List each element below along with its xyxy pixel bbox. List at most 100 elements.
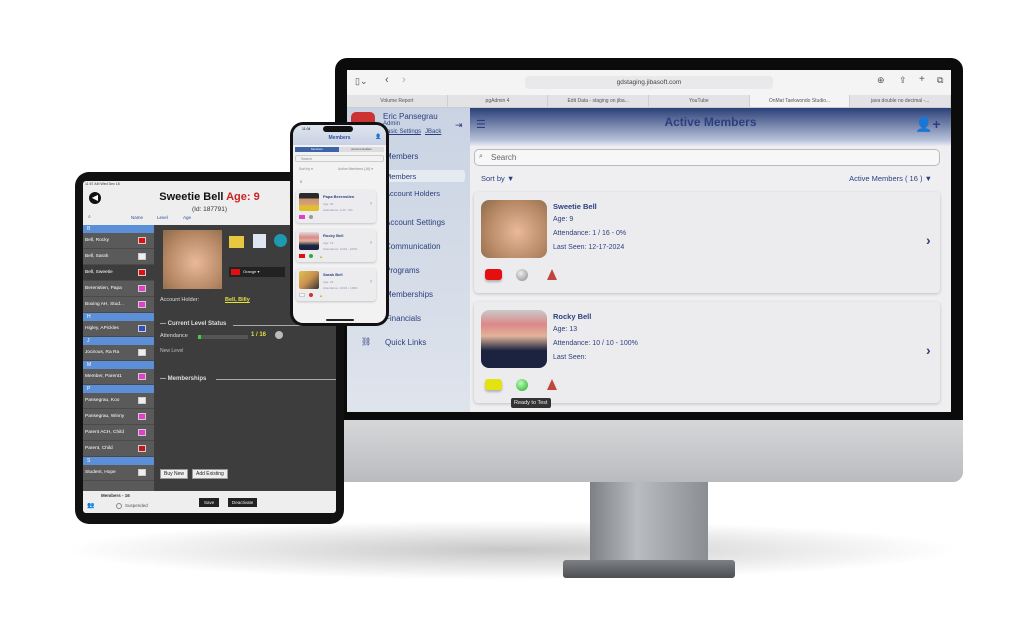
address-bar[interactable]: gdstaging.jibasoft.com (525, 76, 773, 89)
sidebar-item-communication[interactable]: Communication (385, 242, 441, 251)
member-attendance: Attendance: 10 / 10 - 100% (553, 340, 638, 347)
tabs-overview-icon[interactable]: ⧉ (937, 75, 943, 86)
search-icon: ⌕ (479, 153, 483, 160)
test-status-icon[interactable] (516, 379, 528, 391)
sort-level[interactable]: Level (157, 215, 168, 220)
phone-member-card[interactable]: Rocky Bell Age: 13 Attendance: 11/16 - 1… (296, 229, 376, 262)
phone-search-input[interactable]: Search (295, 155, 384, 162)
rank-dropdown[interactable]: Orange ▾ (229, 267, 285, 277)
member-list-item[interactable]: Parent ACH, Child (83, 425, 154, 441)
sort-age[interactable]: Age (183, 215, 191, 220)
member-list-item[interactable]: Student, Hope (83, 465, 154, 481)
phone-filter-dropdown[interactable]: Active Members (16) ▾ (338, 167, 373, 171)
save-button[interactable]: Save (199, 498, 220, 507)
info-icon[interactable] (275, 331, 283, 339)
suspended-checkbox[interactable] (116, 503, 122, 509)
tooltip: Ready to Test (511, 398, 551, 408)
sort-name[interactable]: Name (131, 215, 143, 220)
member-list-item[interactable]: Bell, Sarah (83, 249, 154, 265)
member-list-name: Boxing AH, Stud... (85, 302, 124, 307)
sidebar-item-members[interactable]: Members (385, 152, 418, 161)
sidebar-item-account-settings[interactable]: Account Settings (385, 218, 445, 227)
member-name: Sweetie Bell (553, 202, 597, 211)
phone-title: Members (328, 135, 351, 141)
sort-by-dropdown[interactable]: Sort by ▼ (481, 174, 514, 183)
member-list-item[interactable]: Bell, Sweetie (83, 265, 154, 281)
browser-tab[interactable]: YouTube (649, 95, 750, 107)
search-input[interactable]: Search (474, 149, 940, 166)
test-status-icon[interactable] (516, 269, 528, 281)
buy-new-button[interactable]: Buy New (160, 469, 189, 479)
member-last-seen: Last Seen: (553, 354, 587, 361)
member-name: Rocky Bell (323, 233, 344, 238)
member-list-item[interactable]: Boxing AH, Stud... (83, 297, 154, 313)
member-list-item[interactable]: Jocirous, Ra Ra (83, 345, 154, 361)
link-icon: ⛓ (361, 337, 372, 346)
sidebar-item-memberships[interactable]: Memberships (385, 290, 433, 299)
phone-member-card[interactable]: Papa Berenstien Age: 30 Attendance: 1/10… (296, 190, 376, 223)
alert-icon[interactable] (547, 269, 557, 280)
profile-icon[interactable] (274, 234, 287, 247)
member-list-item[interactable]: Pansegrau, Winny (83, 409, 154, 425)
download-icon[interactable]: ⊕ (877, 75, 885, 86)
chevron-right-icon[interactable]: › (370, 201, 372, 207)
belt-color-swatch (138, 397, 146, 404)
member-list-name: Pansegrau, Winny (85, 414, 125, 419)
member-filter-dropdown[interactable]: Active Members ( 16 ) ▼ (849, 174, 932, 183)
sidebar-item-financials[interactable]: Financials (385, 314, 421, 323)
sidebar-subitem-account-holders[interactable]: Account Holders (385, 189, 440, 198)
browser-tab[interactable]: java double no decimal -... (850, 95, 951, 107)
member-card[interactable]: Rocky Bell Age: 13 Attendance: 10 / 10 -… (474, 302, 940, 403)
member-list-name: Member, Parent1 (85, 374, 122, 379)
add-existing-button[interactable]: Add Existing (192, 469, 228, 479)
deactivate-button[interactable]: Deactivate (228, 498, 258, 507)
suspended-label: Suspended (125, 503, 148, 508)
member-list-item[interactable]: Bell, Rocky (83, 233, 154, 249)
member-card[interactable]: Sweetie Bell Age: 9 Attendance: 1 / 16 -… (474, 192, 940, 293)
chevron-right-icon[interactable]: › (370, 279, 372, 285)
sidebar-item-programs[interactable]: Programs (385, 266, 420, 275)
main-content: ☰ Active Members 👤+ Search ⌕ Sort by ▼ A… (470, 108, 951, 412)
contact-card-icon[interactable] (253, 234, 266, 248)
phone-tab-account-holders[interactable]: Account Holders (339, 147, 384, 152)
browser-tab-active[interactable]: OnMat Taekwondo Studio... (749, 95, 851, 107)
chevron-right-icon[interactable]: › (926, 232, 931, 248)
alert-icon: ▲ (319, 254, 323, 259)
account-icon[interactable]: 👤 (375, 134, 381, 140)
alert-icon[interactable] (547, 379, 557, 390)
belt-color-swatch (138, 237, 146, 244)
forward-icon[interactable]: › (402, 74, 406, 86)
chevron-right-icon[interactable]: › (926, 342, 931, 358)
logout-icon[interactable]: ⇥ (455, 120, 463, 131)
desktop-screen: ▯⌄ ‹ › gdstaging.jibasoft.com ⊕ ⇪ + ⧉ Vo… (347, 70, 951, 412)
browser-tab[interactable]: Volume Report (347, 95, 448, 107)
belt-color-swatch (299, 215, 305, 219)
test-status-icon (309, 293, 313, 297)
member-list-item[interactable]: Berenstien, Papa (83, 281, 154, 297)
search-icon[interactable]: ⌕ (88, 214, 91, 220)
sidebar-item-quick-links[interactable]: Quick Links (385, 338, 426, 347)
back-icon[interactable]: ‹ (385, 74, 389, 86)
browser-tab[interactable]: Edit Data - staging on jiba... (548, 95, 650, 107)
member-list-item[interactable]: Parent, Child (83, 441, 154, 457)
browser-tab[interactable]: pgAdmin 4 (448, 95, 549, 107)
sidebar-toggle-icon[interactable]: ▯⌄ (355, 76, 368, 87)
chevron-right-icon[interactable]: › (370, 240, 372, 246)
member-attendance: Attendance: 1 / 16 - 0% (553, 230, 627, 237)
new-tab-icon[interactable]: + (919, 74, 925, 85)
share-icon[interactable]: ⇪ (899, 75, 907, 86)
sort-by-label: Sort by (481, 174, 505, 183)
notes-icon[interactable] (229, 236, 244, 248)
member-list-item[interactable]: Member, Parent1 (83, 369, 154, 385)
member-list[interactable]: B Bell, Rocky Bell, Sarah Bell, Sweetie Bere… (83, 225, 154, 491)
account-holder-link[interactable]: Bell, Billy (225, 297, 250, 303)
member-list-item[interactable]: Pansegrau, Koo (83, 393, 154, 409)
jback-link[interactable]: JBack (425, 129, 441, 135)
phone-member-card[interactable]: Sarah Bell Age: 23 Attendance: 10/16 - 1… (296, 268, 376, 301)
phone-tab-members[interactable]: Members (295, 147, 339, 152)
phone-sort-dropdown[interactable]: Sort by ▾ (299, 167, 313, 171)
member-list-item[interactable]: Higley, APickles (83, 321, 154, 337)
member-list-name: Pansegrau, Koo (85, 398, 120, 403)
add-member-icon[interactable]: 👤+ (915, 116, 941, 133)
sidebar-subitem-members[interactable]: Members (385, 172, 416, 181)
